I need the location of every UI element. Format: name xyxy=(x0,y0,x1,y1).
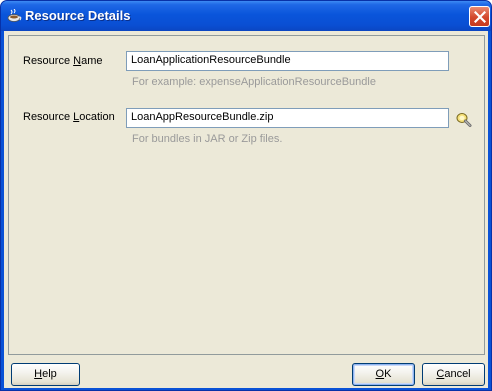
resource-name-label-mnemonic: N xyxy=(73,55,82,67)
form-panel: Resource Name LoanApplicationResourceBun… xyxy=(8,35,485,355)
resource-location-label: Resource Location xyxy=(23,111,115,123)
coffee-cup-icon xyxy=(7,8,23,23)
cancel-button[interactable]: Cancel xyxy=(422,363,485,386)
resource-location-input[interactable]: LoanAppResourceBundle.zip xyxy=(126,108,449,128)
help-label-rest: elp xyxy=(42,368,57,380)
help-button[interactable]: Help xyxy=(11,363,80,386)
resource-location-hint: For bundles in JAR or Zip files. xyxy=(132,133,283,145)
resource-details-dialog: Resource Details Resource Name LoanAppli… xyxy=(0,0,492,391)
cancel-label-rest: ancel xyxy=(444,368,471,380)
help-mnemonic: H xyxy=(34,368,43,380)
ok-button[interactable]: OK xyxy=(352,363,415,386)
resource-name-input[interactable]: LoanApplicationResourceBundle xyxy=(126,51,449,71)
resource-name-label: Resource Name xyxy=(23,55,103,67)
resource-location-label-suffix: ocation xyxy=(79,111,115,123)
title-bar[interactable]: Resource Details xyxy=(1,1,491,31)
ok-mnemonic: O xyxy=(375,368,385,380)
close-icon xyxy=(474,11,486,23)
flashlight-search-icon[interactable] xyxy=(455,111,473,129)
dialog-title: Resource Details xyxy=(25,8,131,23)
close-button[interactable] xyxy=(469,6,490,27)
resource-name-hint: For example: expenseApplicationResourceB… xyxy=(132,76,376,88)
dialog-body: Resource Name LoanApplicationResourceBun… xyxy=(4,31,488,388)
resource-name-label-prefix: Resource xyxy=(23,55,74,67)
resource-name-label-suffix: ame xyxy=(81,55,103,67)
ok-label-rest: K xyxy=(384,368,392,380)
resource-location-label-prefix: Resource xyxy=(23,111,74,123)
